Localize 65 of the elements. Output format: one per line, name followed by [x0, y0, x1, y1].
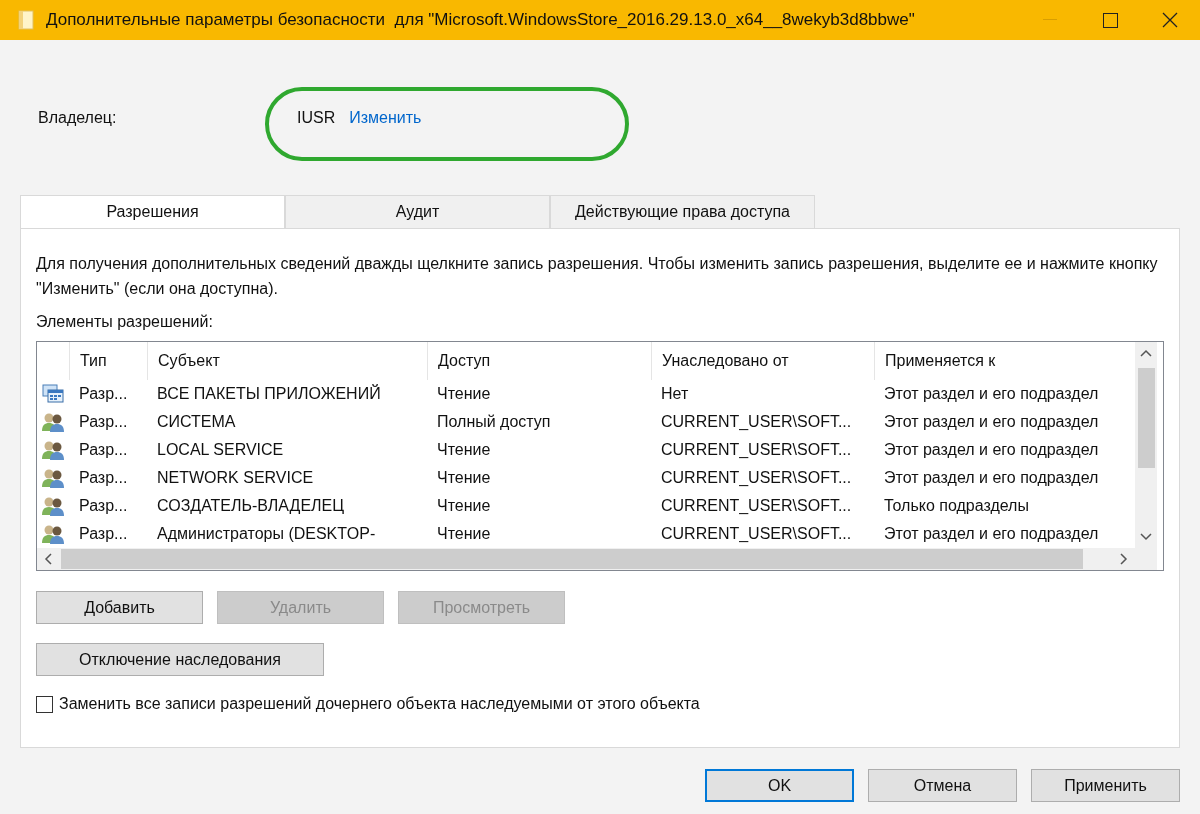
table-cell-text: Нет: [660, 384, 690, 404]
checkbox[interactable]: [36, 695, 53, 713]
table-cell-text: Разр...: [78, 524, 129, 544]
app-packages-icon: [42, 384, 64, 404]
dialog-button[interactable]: OK: [705, 769, 854, 802]
maximize-icon[interactable]: [1102, 12, 1118, 28]
table-cell-text: CURRENT_USER\SOFT...: [660, 440, 853, 460]
tab[interactable]: Разрешения: [20, 195, 285, 228]
folder-icon: [18, 10, 34, 30]
table-cell-text: Чтение: [436, 468, 492, 488]
table-cell-text: CURRENT_USER\SOFT...: [660, 468, 853, 488]
table-cell-text: Чтение: [436, 440, 492, 460]
checkbox-label: Заменить все записи разрешений дочернего объекта наследуемыми от этого объекта: [59, 695, 700, 713]
users-icon: [41, 468, 65, 488]
users-icon: [41, 440, 65, 460]
tab[interactable]: Аудит: [285, 195, 550, 228]
table-cell-text: NETWORK SERVICE: [156, 468, 315, 488]
owner-label: Владелец:: [37, 108, 118, 127]
column-header[interactable]: Субъект: [147, 342, 427, 380]
owner-name: IUSR: [297, 108, 336, 127]
table-cell-text: ВСЕ ПАКЕТЫ ПРИЛОЖЕНИЙ: [156, 383, 382, 404]
action-button[interactable]: Добавить: [36, 591, 203, 624]
table-cell-text: Чтение: [436, 384, 492, 404]
table-cell-text: Этот раздел и его подраздел: [883, 384, 1100, 404]
dialog-button[interactable]: Применить: [1031, 769, 1180, 802]
table-cell-text: Разр...: [78, 496, 129, 516]
tab[interactable]: Действующие права доступа: [550, 195, 815, 228]
table-cell-text: Этот раздел и его подраздел: [883, 524, 1100, 544]
table-cell-text: Разр...: [78, 468, 129, 488]
scroll-left-icon[interactable]: [44, 553, 52, 565]
table-cell-text: Этот раздел и его подраздел: [883, 468, 1100, 488]
table-cell-text: Чтение: [436, 496, 492, 516]
table-cell-text: LOCAL SERVICE: [156, 440, 285, 460]
disable-inheritance-button[interactable]: Отключение наследования: [36, 643, 324, 676]
scrollbar-thumb[interactable]: [1137, 368, 1155, 468]
table-cell-text: Полный доступ: [436, 412, 552, 432]
scroll-up-icon[interactable]: [1140, 349, 1152, 357]
users-icon: [41, 412, 65, 432]
close-icon[interactable]: [1162, 12, 1178, 28]
table-cell-text: СИСТЕМА: [156, 412, 237, 432]
table-cell-text: Администраторы (DESKTOP-: [156, 524, 377, 544]
table-cell-text: Разр...: [78, 384, 129, 404]
users-icon: [41, 496, 65, 516]
column-header[interactable]: Доступ: [427, 342, 651, 380]
table-cell-text: Разр...: [78, 440, 129, 460]
dialog-button[interactable]: Отмена: [868, 769, 1017, 802]
table-cell-text: CURRENT_USER\SOFT...: [660, 412, 853, 432]
table-cell-text: Этот раздел и его подраздел: [883, 412, 1100, 432]
scrollbar-thumb[interactable]: [61, 549, 1083, 569]
column-header[interactable]: Тип: [69, 342, 147, 380]
table-cell-text: Чтение: [436, 524, 492, 544]
scroll-down-icon[interactable]: [1140, 533, 1152, 541]
table-cell-text: Этот раздел и его подраздел: [883, 440, 1100, 460]
column-header[interactable]: Унаследовано от: [651, 342, 874, 380]
change-owner-link[interactable]: Изменить: [349, 108, 422, 127]
scroll-right-icon[interactable]: [1120, 553, 1128, 565]
table-cell-text: Разр...: [78, 412, 129, 432]
window-title: Дополнительные параметры безопасности для "Microsoft.WindowsStore_2016.29.13.0_x64__8wekyb3d8bbwe": [46, 10, 916, 30]
users-icon: [41, 524, 65, 544]
table-cell-text: CURRENT_USER\SOFT...: [660, 524, 853, 544]
table-cell-text: Только подразделы: [883, 496, 1030, 516]
list-label: Элементы разрешений:: [36, 313, 213, 330]
description-text: Для получения дополнительных сведений дважды щелкните запись разрешения. Чтобы изменить запись разрешения, выделите ее и нажмите кнопку "Изменить" (если она доступна).: [36, 254, 1159, 299]
table-cell-text: СОЗДАТЕЛЬ-ВЛАДЕЛЕЦ: [156, 496, 346, 516]
table-cell-text: CURRENT_USER\SOFT...: [660, 496, 853, 516]
